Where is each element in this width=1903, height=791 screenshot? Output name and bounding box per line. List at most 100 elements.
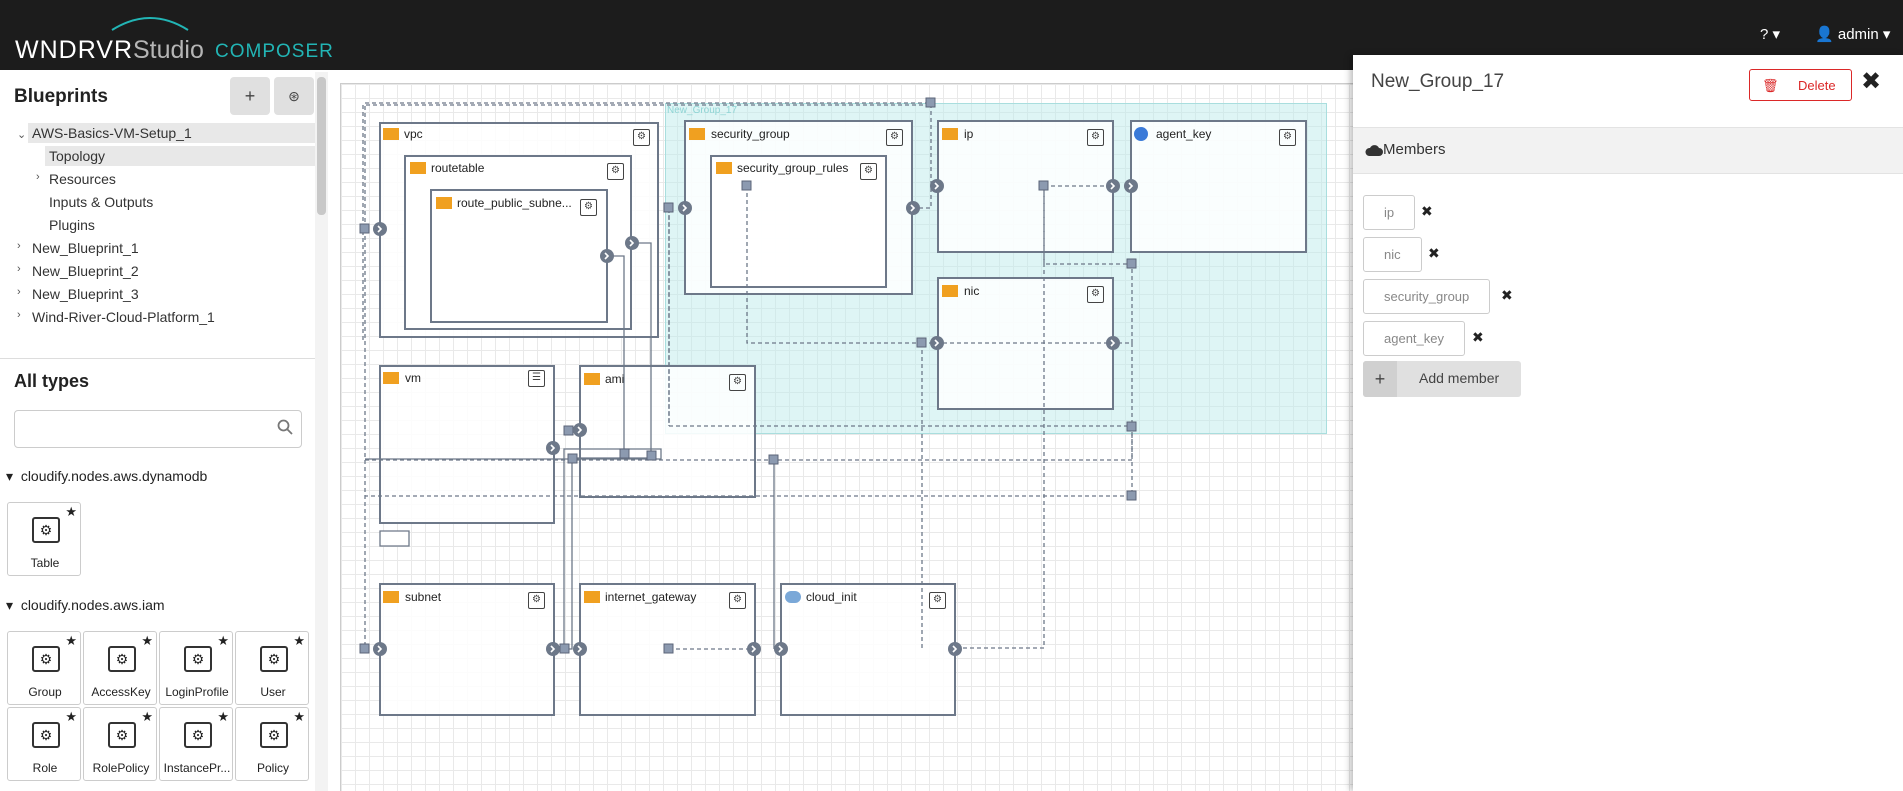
type-tile-loginprofile[interactable]: ⚙ ★ LoginProfile xyxy=(159,631,233,705)
add-blueprint-button[interactable]: + xyxy=(230,77,270,115)
cloud-icon xyxy=(785,591,801,603)
type-tile-policy[interactable]: ⚙ ★ Policy xyxy=(235,707,309,781)
tree-item-topology[interactable]: Topology xyxy=(45,146,315,166)
logo-composer: COMPOSER xyxy=(215,41,334,62)
category-dynamodb[interactable]: ▾ cloudify.nodes.aws.dynamodb xyxy=(6,468,207,485)
gear-icon[interactable]: ⚙ xyxy=(860,163,877,180)
type-tile-accesskey[interactable]: ⚙ ★ AccessKey xyxy=(83,631,157,705)
tree-item-wind-river[interactable]: Wind-River-Cloud-Platform_1 xyxy=(32,309,215,325)
add-member-button[interactable]: + Add member xyxy=(1363,361,1521,397)
types-search-input[interactable] xyxy=(14,410,302,448)
aws-icon xyxy=(383,372,399,384)
aws-icon xyxy=(584,591,600,603)
chevron-right-icon[interactable]: › xyxy=(17,309,21,321)
tree-item-inputs-outputs[interactable]: Inputs & Outputs xyxy=(49,194,153,210)
gear-icon[interactable]: ⚙ xyxy=(580,199,597,216)
delete-button[interactable]: 🗑 Delete xyxy=(1749,69,1852,101)
member-field[interactable]: security_group xyxy=(1363,279,1491,314)
member-field[interactable]: nic xyxy=(1363,237,1422,272)
type-tile-table[interactable]: ⚙ ★ Table xyxy=(7,502,81,576)
star-icon[interactable]: ★ xyxy=(141,709,153,725)
user-menu[interactable]: 👤 admin ▾ xyxy=(1815,25,1890,43)
sidebar-divider xyxy=(0,358,315,359)
aws-icon xyxy=(436,197,452,209)
list-icon[interactable]: ☰ xyxy=(528,370,545,387)
remove-member-icon[interactable]: ✖ xyxy=(1428,245,1440,262)
delete-label: Delete xyxy=(1798,78,1836,93)
node-label: vm xyxy=(405,371,421,385)
gear-icon: ⚙ xyxy=(108,646,136,672)
help-menu[interactable]: ? ▾ xyxy=(1760,25,1780,43)
type-tile-rolepolicy[interactable]: ⚙ ★ RolePolicy xyxy=(83,707,157,781)
type-tile-role[interactable]: ⚙ ★ Role xyxy=(7,707,81,781)
tree-item-plugins[interactable]: Plugins xyxy=(49,217,95,233)
aws-icon xyxy=(410,162,426,174)
gear-icon: ⚙ xyxy=(108,722,136,748)
group-label: New_Group_17 xyxy=(667,105,738,116)
remove-member-icon[interactable]: ✖ xyxy=(1472,329,1484,346)
gear-icon[interactable]: ⚙ xyxy=(633,129,650,146)
user-icon: 👤 xyxy=(1815,26,1834,43)
tile-label: Policy xyxy=(256,761,289,775)
star-icon[interactable]: ★ xyxy=(293,709,305,725)
star-icon[interactable]: ★ xyxy=(217,633,229,649)
chevron-right-icon[interactable]: › xyxy=(17,240,21,252)
aws-icon xyxy=(584,373,600,385)
tree-item-resources[interactable]: Resources xyxy=(49,171,116,187)
gear-icon[interactable]: ⚙ xyxy=(1279,129,1296,146)
import-blueprint-button[interactable]: ⊛ xyxy=(274,77,314,115)
star-icon[interactable]: ★ xyxy=(65,709,77,725)
tree-item-new-blueprint-1[interactable]: New_Blueprint_1 xyxy=(32,240,139,256)
chevron-down-icon: ▾ xyxy=(1882,26,1891,43)
plus-icon: + xyxy=(244,85,256,106)
node-label: internet_gateway xyxy=(605,590,697,604)
type-tile-user[interactable]: ⚙ ★ User xyxy=(235,631,309,705)
gear-icon[interactable]: ⚙ xyxy=(528,592,545,609)
chevron-right-icon[interactable]: › xyxy=(17,263,21,275)
tree-item-new-blueprint-3[interactable]: New_Blueprint_3 xyxy=(32,286,139,302)
remove-member-icon[interactable]: ✖ xyxy=(1421,203,1433,220)
remove-member-icon[interactable]: ✖ xyxy=(1501,287,1513,304)
chevron-down-icon[interactable]: ⌄ xyxy=(17,128,26,141)
tree-item-aws-basics[interactable]: AWS-Basics-VM-Setup_1 xyxy=(28,123,315,143)
category-iam[interactable]: ▾ cloudify.nodes.aws.iam xyxy=(6,597,165,614)
star-icon[interactable]: ★ xyxy=(65,633,77,649)
gear-icon: ⚙ xyxy=(32,722,60,748)
gear-icon: ⚙ xyxy=(184,646,212,672)
star-icon[interactable]: ★ xyxy=(293,633,305,649)
aws-icon xyxy=(383,128,399,140)
aws-icon xyxy=(716,162,732,174)
tile-label: Group xyxy=(28,685,62,699)
logo-studio: Studio xyxy=(133,36,204,64)
chevron-right-icon[interactable]: › xyxy=(36,171,40,183)
tile-label: Role xyxy=(32,761,58,775)
member-field[interactable]: ip xyxy=(1363,195,1416,230)
logo-arc-icon xyxy=(111,17,189,31)
gear-icon[interactable]: ⚙ xyxy=(886,129,903,146)
tree-item-new-blueprint-2[interactable]: New_Blueprint_2 xyxy=(32,263,139,279)
star-icon[interactable]: ★ xyxy=(141,633,153,649)
type-tile-instanceprofile[interactable]: ⚙ ★ InstancePr... xyxy=(159,707,233,781)
all-types-title: All types xyxy=(14,371,90,391)
key-icon xyxy=(1134,127,1148,141)
gear-icon[interactable]: ⚙ xyxy=(1087,129,1104,146)
member-field[interactable]: agent_key xyxy=(1363,321,1465,356)
chevron-right-icon[interactable]: › xyxy=(17,286,21,298)
gear-icon: ⚙ xyxy=(260,722,288,748)
gear-icon[interactable]: ⚙ xyxy=(729,592,746,609)
tile-label: User xyxy=(260,685,286,699)
gear-icon[interactable]: ⚙ xyxy=(1087,286,1104,303)
star-icon[interactable]: ★ xyxy=(217,709,229,725)
gear-icon[interactable]: ⚙ xyxy=(929,592,946,609)
close-icon[interactable]: ✖ xyxy=(1861,67,1881,96)
star-icon[interactable]: ★ xyxy=(65,504,77,520)
sidebar-scroll-thumb[interactable] xyxy=(317,77,326,215)
blueprints-title: Blueprints xyxy=(14,86,108,107)
tile-label: RolePolicy xyxy=(92,761,150,775)
node-label: security_group_rules xyxy=(737,161,849,175)
node-vm[interactable] xyxy=(379,365,555,524)
type-tile-group[interactable]: ⚙ ★ Group xyxy=(7,631,81,705)
gear-icon[interactable]: ⚙ xyxy=(729,374,746,391)
gear-icon[interactable]: ⚙ xyxy=(607,163,624,180)
node-label: ip xyxy=(964,127,974,141)
